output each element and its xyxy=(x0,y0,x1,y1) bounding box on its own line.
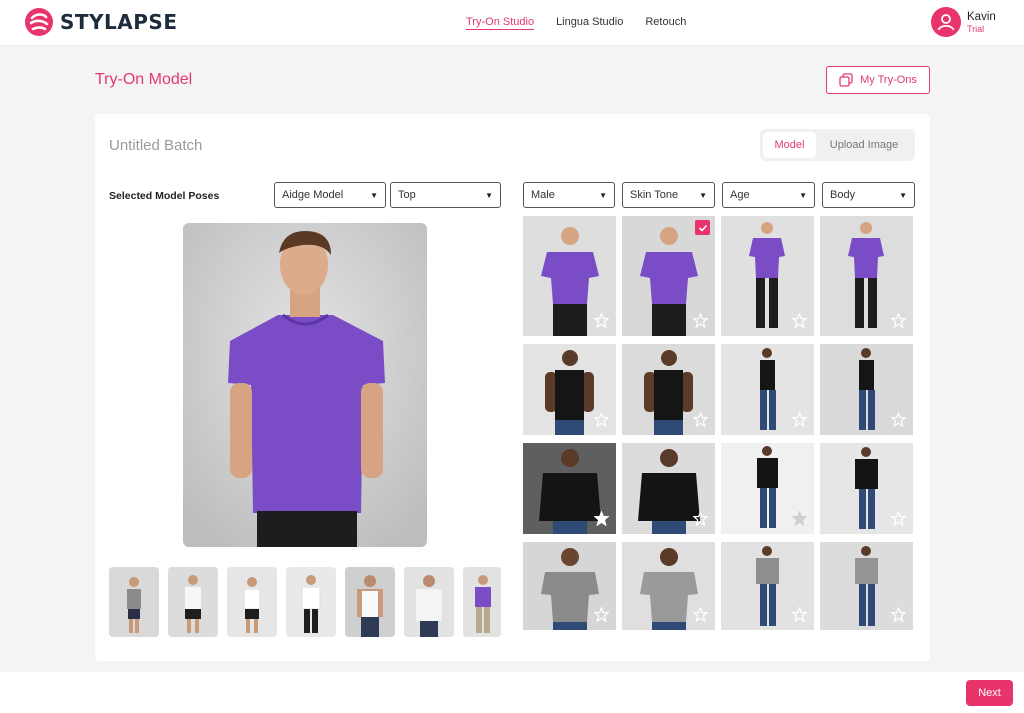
top-header: STYLAPSE Try-On Studio Lingua Studio Ret… xyxy=(0,0,1024,46)
favorite-star-icon[interactable] xyxy=(891,412,906,427)
user-menu[interactable]: Kavin Trial xyxy=(931,7,996,37)
garment-type-dropdown[interactable]: Top ▼ xyxy=(390,182,501,208)
age-filter-value: Age xyxy=(730,189,750,201)
brand-logo-icon xyxy=(25,8,53,36)
user-info: Kavin Trial xyxy=(967,11,996,34)
model-tile[interactable] xyxy=(523,542,616,630)
pose-thumbnail[interactable] xyxy=(286,567,336,637)
chevron-down-icon: ▼ xyxy=(899,190,907,200)
garment-type-value: Top xyxy=(398,189,416,201)
skin-tone-filter[interactable]: Skin Tone ▼ xyxy=(622,182,715,208)
favorite-star-icon[interactable] xyxy=(891,511,906,526)
gender-filter-value: Male xyxy=(531,189,555,201)
favorite-star-icon[interactable] xyxy=(891,607,906,622)
selected-poses-label: Selected Model Poses xyxy=(109,190,220,202)
chevron-down-icon: ▼ xyxy=(699,190,707,200)
my-tryons-label: My Try-Ons xyxy=(860,74,917,86)
selected-check-icon[interactable] xyxy=(695,220,710,235)
model-tile[interactable] xyxy=(721,216,814,336)
toggle-upload-image[interactable]: Upload Image xyxy=(816,132,912,158)
page-title: Try-On Model xyxy=(95,71,193,88)
skin-tone-filter-value: Skin Tone xyxy=(630,189,679,201)
main-nav: Try-On Studio Lingua Studio Retouch xyxy=(466,16,686,28)
avatar[interactable] xyxy=(931,7,961,37)
favorite-star-icon[interactable] xyxy=(792,607,807,622)
pose-thumbnail[interactable] xyxy=(404,567,454,637)
model-tile[interactable] xyxy=(523,216,616,336)
model-tile[interactable] xyxy=(820,443,913,534)
copy-icon xyxy=(839,73,853,87)
source-toggle: Model Upload Image xyxy=(760,129,915,161)
nav-try-on-studio[interactable]: Try-On Studio xyxy=(466,16,534,28)
model-source-value: Aidge Model xyxy=(282,189,344,201)
favorite-star-icon[interactable] xyxy=(693,511,708,526)
model-tile[interactable] xyxy=(622,542,715,630)
model-tile[interactable] xyxy=(820,344,913,435)
pose-thumbnail[interactable] xyxy=(227,567,277,637)
favorite-star-icon[interactable] xyxy=(594,313,609,328)
user-name: Kavin xyxy=(967,10,996,23)
favorite-star-icon[interactable] xyxy=(891,313,906,328)
footer-bar xyxy=(0,672,1024,713)
chevron-down-icon: ▼ xyxy=(599,190,607,200)
model-preview-image xyxy=(183,223,427,547)
favorite-star-icon[interactable] xyxy=(594,412,609,427)
batch-name[interactable]: Untitled Batch xyxy=(109,137,202,154)
chevron-down-icon: ▼ xyxy=(370,190,378,200)
favorite-star-icon[interactable] xyxy=(693,607,708,622)
pose-thumbnail[interactable] xyxy=(168,567,218,637)
model-tile[interactable] xyxy=(721,542,814,630)
favorite-star-icon[interactable] xyxy=(693,313,708,328)
favorite-star-icon[interactable] xyxy=(792,511,807,526)
user-plan: Trial xyxy=(967,23,985,34)
favorite-star-icon[interactable] xyxy=(792,313,807,328)
pose-thumbnail[interactable] xyxy=(345,567,395,637)
model-tile[interactable] xyxy=(721,344,814,435)
pose-thumbnail[interactable] xyxy=(463,567,501,637)
next-button[interactable]: Next xyxy=(966,680,1013,706)
brand-name: STYLAPSE xyxy=(60,10,178,34)
model-tile[interactable] xyxy=(820,216,913,336)
favorite-star-icon[interactable] xyxy=(594,607,609,622)
chevron-down-icon: ▼ xyxy=(799,190,807,200)
model-tile-selected[interactable] xyxy=(622,216,715,336)
model-tile[interactable] xyxy=(523,443,616,534)
model-source-dropdown[interactable]: Aidge Model ▼ xyxy=(274,182,386,208)
body-filter[interactable]: Body ▼ xyxy=(822,182,915,208)
favorite-star-icon[interactable] xyxy=(594,511,609,526)
model-tile[interactable] xyxy=(622,443,715,534)
model-tile[interactable] xyxy=(622,344,715,435)
age-filter[interactable]: Age ▼ xyxy=(722,182,815,208)
pose-thumbnail[interactable] xyxy=(109,567,159,637)
my-tryons-button[interactable]: My Try-Ons xyxy=(826,66,930,94)
favorite-star-icon[interactable] xyxy=(792,412,807,427)
nav-lingua-studio[interactable]: Lingua Studio xyxy=(556,16,623,28)
toggle-model[interactable]: Model xyxy=(763,132,816,158)
user-icon xyxy=(937,14,955,31)
batch-card: Untitled Batch Model Upload Image Select… xyxy=(95,114,930,661)
favorite-star-icon[interactable] xyxy=(693,412,708,427)
selected-model-preview xyxy=(183,223,427,547)
model-tile[interactable] xyxy=(721,443,814,534)
nav-retouch[interactable]: Retouch xyxy=(645,16,686,28)
model-tile[interactable] xyxy=(523,344,616,435)
brand-logo[interactable]: STYLAPSE xyxy=(24,7,177,37)
chevron-down-icon: ▼ xyxy=(485,190,493,200)
body-filter-value: Body xyxy=(830,189,856,201)
gender-filter[interactable]: Male ▼ xyxy=(523,182,615,208)
model-tile[interactable] xyxy=(820,542,913,630)
